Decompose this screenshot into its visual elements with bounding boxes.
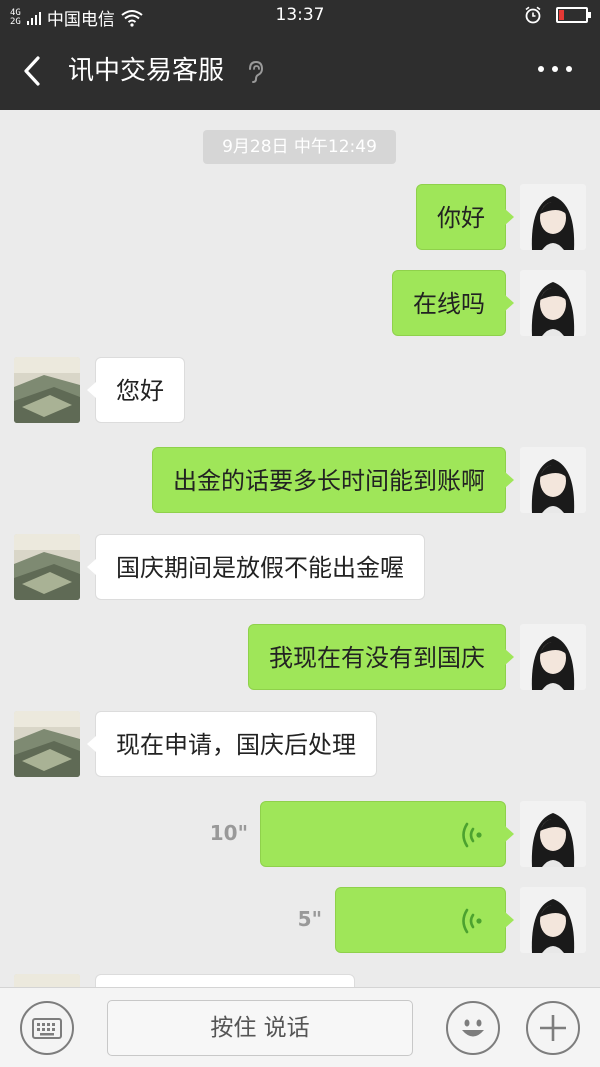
- message-bubble-received[interactable]: 现在申请，国庆后处理: [87, 711, 377, 777]
- avatar[interactable]: [520, 624, 586, 690]
- avatar[interactable]: [520, 447, 586, 513]
- message-bubble-received[interactable]: 国庆期间是放假不能出金喔: [87, 534, 425, 600]
- alarm-icon: [525, 6, 541, 24]
- voice-duration: 10": [209, 821, 248, 845]
- avatar[interactable]: [520, 887, 586, 953]
- input-bar: 按住 说话: [0, 987, 600, 1067]
- voice-duration: 5": [297, 907, 322, 931]
- clock: 13:37: [275, 5, 325, 25]
- message-bubble-sent[interactable]: 你好: [416, 184, 514, 250]
- voice-wave-icon: [462, 908, 482, 934]
- message-row: 你好: [0, 184, 600, 250]
- avatar[interactable]: [520, 270, 586, 336]
- message-bubble-sent[interactable]: 我现在有没有到国庆: [248, 624, 514, 690]
- title-bar: 讯中交易客服: [0, 32, 600, 110]
- avatar[interactable]: [14, 534, 80, 600]
- chevron-left-icon[interactable]: [18, 52, 48, 90]
- ear-icon: [249, 60, 264, 83]
- message-row: 现在申请，国庆后处理: [0, 711, 600, 777]
- battery-icon: [556, 7, 591, 23]
- avatar[interactable]: [520, 184, 586, 250]
- plus-icon[interactable]: [526, 1001, 580, 1055]
- message-row: 5": [0, 887, 600, 953]
- chat-title: 讯中交易客服: [68, 56, 225, 86]
- voice-message-bubble[interactable]: [335, 887, 514, 953]
- message-row: 我现在有没有到国庆: [0, 624, 600, 690]
- voice-wave-icon: [462, 822, 482, 848]
- voice-message-bubble[interactable]: [260, 801, 514, 867]
- hold-to-talk-button[interactable]: 按住 说话: [107, 1000, 413, 1056]
- message-row: 国庆期间是放假不能出金喔: [0, 534, 600, 600]
- more-dots-icon[interactable]: [538, 66, 572, 72]
- message-bubble-sent[interactable]: 在线吗: [392, 270, 514, 336]
- status-right: [524, 6, 591, 24]
- message-timestamp: 9月28日 中午12:49: [203, 130, 396, 164]
- avatar[interactable]: [14, 711, 80, 777]
- message-row: 您好: [0, 357, 600, 423]
- message-row: 10": [0, 801, 600, 867]
- message-row: 出金的话要多长时间能到账啊: [0, 447, 600, 513]
- avatar[interactable]: [520, 801, 586, 867]
- chat-area[interactable]: 9月28日 中午12:49 你好 在线吗 您好 出金的话要多长时间能到账啊 国庆…: [0, 110, 600, 987]
- message-bubble-sent[interactable]: 出金的话要多长时间能到账啊: [152, 447, 514, 513]
- message-bubble-received[interactable]: 您好: [87, 357, 185, 423]
- message-bubble-received[interactable]: [95, 974, 355, 987]
- emoji-icon[interactable]: [446, 1001, 500, 1055]
- message-row: 在线吗: [0, 270, 600, 336]
- status-bar: 4G 2G 中国电信 13:37: [0, 0, 600, 32]
- message-row-partial: [0, 974, 600, 987]
- avatar[interactable]: [14, 357, 80, 423]
- keyboard-icon[interactable]: [20, 1001, 74, 1055]
- avatar[interactable]: [14, 974, 80, 987]
